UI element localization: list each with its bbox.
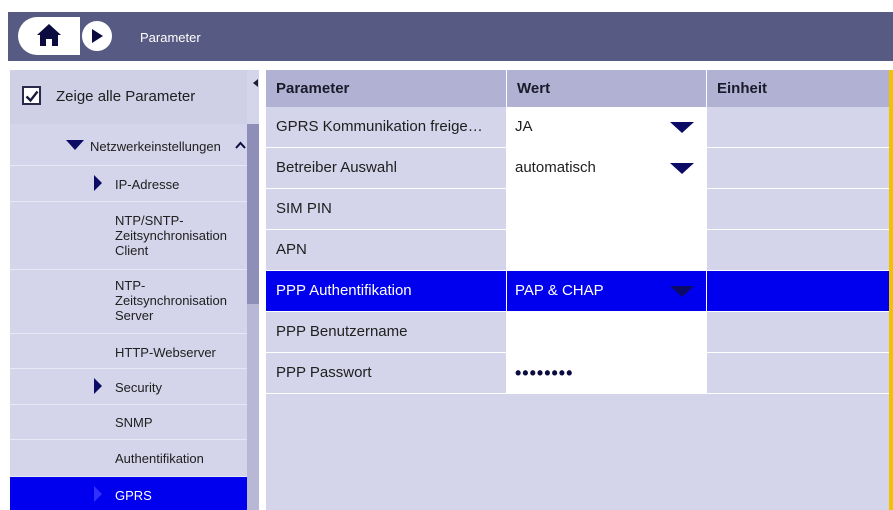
- tree-item-label: Security: [115, 380, 162, 395]
- tree-item-security[interactable]: Security: [10, 369, 247, 405]
- unit-cell: [707, 148, 889, 188]
- dropdown-arrow-icon[interactable]: [670, 286, 694, 297]
- tree-item-ntp-server[interactable]: NTP- Zeitsynchronisation Server: [10, 270, 247, 334]
- sidebar-scrollbar[interactable]: [247, 124, 259, 510]
- unit-cell: [707, 107, 889, 147]
- unit-cell: [707, 271, 889, 311]
- value-dropdown[interactable]: PAP & CHAP: [507, 271, 707, 311]
- unit-cell: [707, 230, 889, 270]
- triangle-down-icon: [66, 140, 84, 150]
- unit-cell: [707, 353, 889, 393]
- password-input[interactable]: ••••••••: [507, 353, 707, 393]
- value-text: PAP & CHAP: [515, 282, 604, 299]
- parameter-name: PPP Authentifikation: [266, 271, 507, 311]
- parameter-name: PPP Benutzername: [266, 312, 507, 352]
- value-text: automatisch: [515, 159, 596, 176]
- tree-item-netzwerkeinstellungen[interactable]: Netzwerkeinstellungen: [10, 124, 247, 166]
- tree-item-label: Netzwerkeinstellungen: [90, 139, 221, 154]
- tree-item-label: SNMP: [115, 415, 153, 430]
- parameter-name: PPP Passwort: [266, 353, 507, 393]
- tree-item-http-webserver[interactable]: HTTP-Webserver: [10, 334, 247, 369]
- value-input[interactable]: [507, 189, 707, 229]
- table-row[interactable]: PPP Benutzername: [266, 312, 889, 353]
- value-input[interactable]: [507, 312, 707, 352]
- show-all-checkbox[interactable]: [22, 86, 41, 105]
- triangle-right-icon: [94, 175, 102, 191]
- dropdown-arrow-icon[interactable]: [670, 163, 694, 174]
- parameter-name: GPRS Kommunikation freige…: [266, 107, 507, 147]
- tree-item-authentifikation[interactable]: Authentifikation: [10, 440, 247, 477]
- breadcrumb: Parameter: [140, 30, 201, 45]
- home-button[interactable]: [18, 17, 80, 55]
- tree-item-ntp-sntp-client[interactable]: NTP/SNTP- Zeitsynchronisation Client: [10, 202, 247, 270]
- triangle-right-icon: [94, 486, 102, 502]
- parameter-name: APN: [266, 230, 507, 270]
- table-row[interactable]: GPRS Kommunikation freige… JA: [266, 107, 889, 148]
- tree-item-label: IP-Adresse: [115, 177, 180, 192]
- unit-cell: [707, 189, 889, 229]
- tree-item-label: HTTP-Webserver: [115, 345, 216, 360]
- tree-item-snmp[interactable]: SNMP: [10, 405, 247, 440]
- title-bar: Parameter: [8, 12, 893, 61]
- home-icon: [37, 24, 61, 46]
- parameter-tree-panel: Zeige alle Parameter Netzwerkeinstellung…: [10, 70, 259, 510]
- value-dropdown[interactable]: JA: [507, 107, 707, 147]
- checkmark-icon: [25, 90, 39, 103]
- sidebar-scrollbar-thumb[interactable]: [247, 124, 259, 304]
- tree-item-gprs[interactable]: GPRS: [10, 477, 247, 510]
- value-dropdown[interactable]: automatisch: [507, 148, 707, 188]
- tree-item-label: Authentifikation: [115, 451, 204, 466]
- chevron-up-icon[interactable]: [235, 141, 246, 149]
- accent-stripe: [889, 70, 893, 510]
- table-row-selected[interactable]: PPP Authentifikation PAP & CHAP: [266, 271, 889, 312]
- collapse-panel-icon[interactable]: [253, 79, 258, 87]
- top-bar: Parameter: [0, 0, 893, 66]
- table-row[interactable]: Betreiber Auswahl automatisch: [266, 148, 889, 189]
- column-header-einheit[interactable]: Einheit: [707, 70, 889, 107]
- tree-item-label: NTP- Zeitsynchronisation Server: [115, 278, 227, 323]
- table-row[interactable]: APN: [266, 230, 889, 271]
- unit-cell: [707, 312, 889, 352]
- value-input[interactable]: [507, 230, 707, 270]
- column-header-parameter[interactable]: Parameter: [266, 70, 507, 107]
- parameter-name: Betreiber Auswahl: [266, 148, 507, 188]
- tree-item-label: NTP/SNTP- Zeitsynchronisation Client: [115, 213, 227, 258]
- forward-button[interactable]: [80, 19, 114, 53]
- column-header-wert[interactable]: Wert: [507, 70, 707, 107]
- table-row[interactable]: SIM PIN: [266, 189, 889, 230]
- tree-item-ip-adresse[interactable]: IP-Adresse: [10, 166, 247, 202]
- value-text: JA: [515, 118, 533, 135]
- parameter-name: SIM PIN: [266, 189, 507, 229]
- play-right-icon: [92, 29, 103, 43]
- table-row[interactable]: PPP Passwort ••••••••: [266, 353, 889, 394]
- table-header: Parameter Wert Einheit: [266, 70, 893, 107]
- parameter-tree: Netzwerkeinstellungen IP-Adresse NTP/SNT…: [10, 124, 247, 510]
- dropdown-arrow-icon[interactable]: [670, 122, 694, 133]
- parameter-table: Parameter Wert Einheit GPRS Kommunikatio…: [266, 70, 893, 510]
- show-all-label: Zeige alle Parameter: [56, 88, 196, 105]
- tree-item-label: GPRS: [115, 488, 152, 503]
- triangle-right-icon: [94, 378, 102, 394]
- password-mask: ••••••••: [515, 363, 574, 383]
- show-all-parameters-toggle[interactable]: Zeige alle Parameter: [10, 70, 247, 124]
